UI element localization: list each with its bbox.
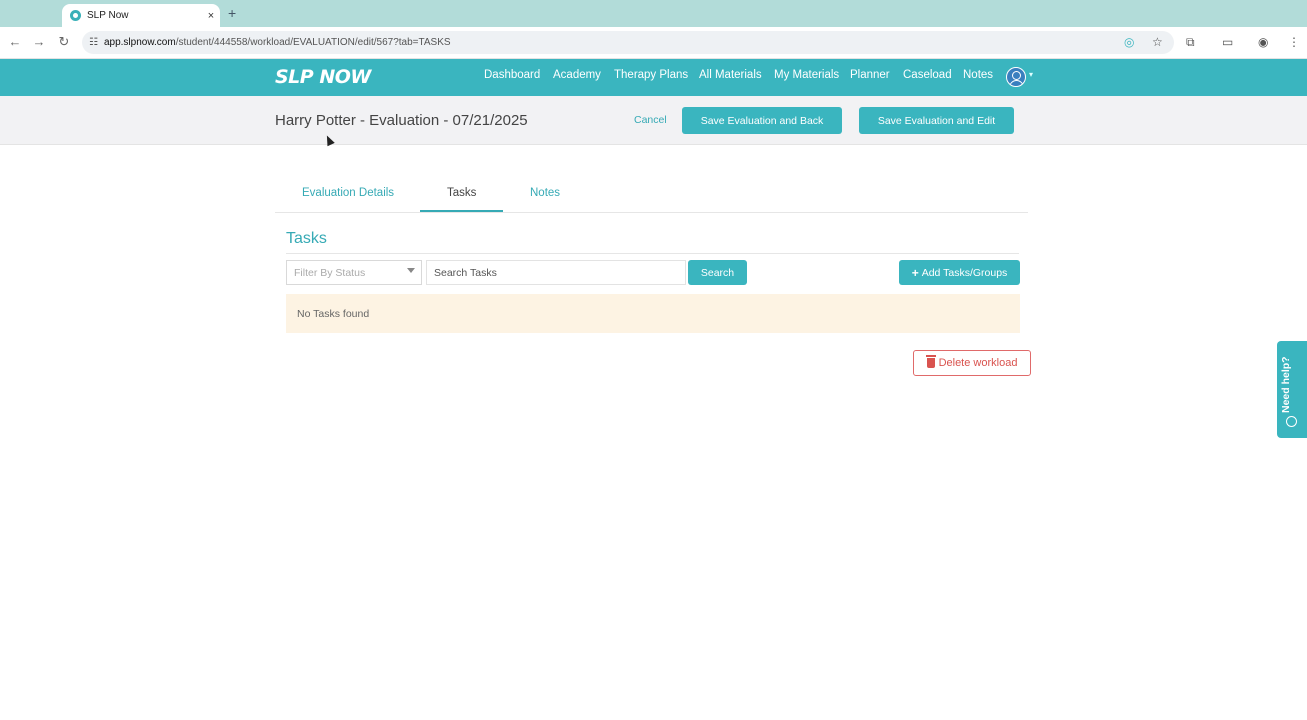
chevron-down-icon[interactable]: ▾ (1029, 70, 1033, 79)
tab-notes[interactable]: Notes (530, 187, 560, 199)
tab-tasks[interactable]: Tasks (447, 187, 476, 199)
page-header: Harry Potter - Evaluation - 07/21/2025 C… (0, 96, 1307, 145)
need-help-widget[interactable]: Need help? (1277, 341, 1307, 438)
nav-academy[interactable]: Academy (553, 69, 601, 81)
empty-state-message: No Tasks found (286, 294, 1020, 333)
reload-icon[interactable]: ↻ (55, 34, 73, 50)
cancel-link[interactable]: Cancel (634, 114, 667, 126)
tabs-divider (275, 212, 1028, 213)
delete-workload-button[interactable]: Delete workload (913, 350, 1031, 376)
search-tasks-input[interactable] (426, 260, 686, 285)
nav-my-materials[interactable]: My Materials (774, 69, 839, 81)
close-tab-icon[interactable]: × (202, 10, 220, 22)
nav-planner[interactable]: Planner (850, 69, 890, 81)
add-tasks-groups-label: Add Tasks/Groups (921, 266, 1008, 279)
browser-tab-title: SLP Now (87, 10, 129, 21)
profile-icon[interactable]: ◉ (1258, 35, 1268, 49)
caret-down-icon (407, 268, 415, 273)
user-avatar-icon[interactable] (1006, 67, 1026, 87)
nav-caseload[interactable]: Caseload (903, 69, 952, 81)
nav-therapy-plans[interactable]: Therapy Plans (614, 69, 688, 81)
bookmark-star-icon[interactable]: ☆ (1152, 35, 1163, 49)
slp-now-logo[interactable]: SLP NOW (275, 66, 371, 88)
need-help-label: Need help? (1280, 356, 1292, 413)
nav-all-materials[interactable]: All Materials (699, 69, 762, 81)
browser-toolbar: ← → ↻ ☷ app.slpnow.com/student/444558/wo… (0, 27, 1307, 59)
help-chat-icon (1286, 416, 1297, 427)
filter-placeholder: Filter By Status (294, 266, 366, 279)
nav-notes[interactable]: Notes (963, 69, 993, 81)
new-tab-icon[interactable]: + (228, 5, 236, 21)
url-path: /student/444558/workload/EVALUATION/edit… (175, 37, 451, 48)
active-tab-indicator (420, 210, 503, 212)
url-text: app.slpnow.com/student/444558/workload/E… (104, 37, 451, 48)
save-evaluation-and-edit-button[interactable]: Save Evaluation and Edit (859, 107, 1014, 134)
url-host: app.slpnow.com (103, 37, 176, 48)
trash-icon (925, 355, 936, 368)
filter-by-status-select[interactable]: Filter By Status (286, 260, 422, 285)
slp-favicon-icon (70, 10, 81, 21)
back-arrow-icon[interactable]: ← (6, 34, 24, 49)
nav-dashboard[interactable]: Dashboard (484, 69, 540, 81)
add-tasks-groups-button[interactable]: + Add Tasks/Groups (899, 260, 1020, 285)
page-title: Harry Potter - Evaluation - 07/21/2025 (275, 112, 528, 129)
tab-evaluation-details[interactable]: Evaluation Details (302, 187, 394, 199)
delete-workload-label: Delete workload (938, 357, 1018, 369)
extensions-puzzle-icon[interactable]: ⧉ (1186, 35, 1195, 50)
browser-tab-strip: SLP Now × + (0, 0, 1307, 27)
app-header: SLP NOW Dashboard Academy Therapy Plans … (0, 59, 1307, 96)
forward-arrow-icon[interactable]: → (30, 34, 48, 49)
tasks-divider (286, 253, 1019, 254)
tasks-heading: Tasks (286, 230, 327, 247)
site-settings-icon[interactable]: ☷ (89, 37, 98, 48)
browser-tab[interactable]: SLP Now × (62, 4, 220, 27)
menu-dots-icon[interactable]: ⋮ (1288, 35, 1300, 49)
extension-icon[interactable]: ◎ (1124, 35, 1134, 49)
save-evaluation-and-back-button[interactable]: Save Evaluation and Back (682, 107, 842, 134)
side-panel-icon[interactable]: ▭ (1222, 35, 1233, 49)
plus-icon: + (911, 265, 919, 280)
address-bar[interactable]: ☷ app.slpnow.com/student/444558/workload… (82, 31, 1174, 54)
search-button[interactable]: Search (688, 260, 747, 285)
no-tasks-text: No Tasks found (297, 307, 370, 320)
